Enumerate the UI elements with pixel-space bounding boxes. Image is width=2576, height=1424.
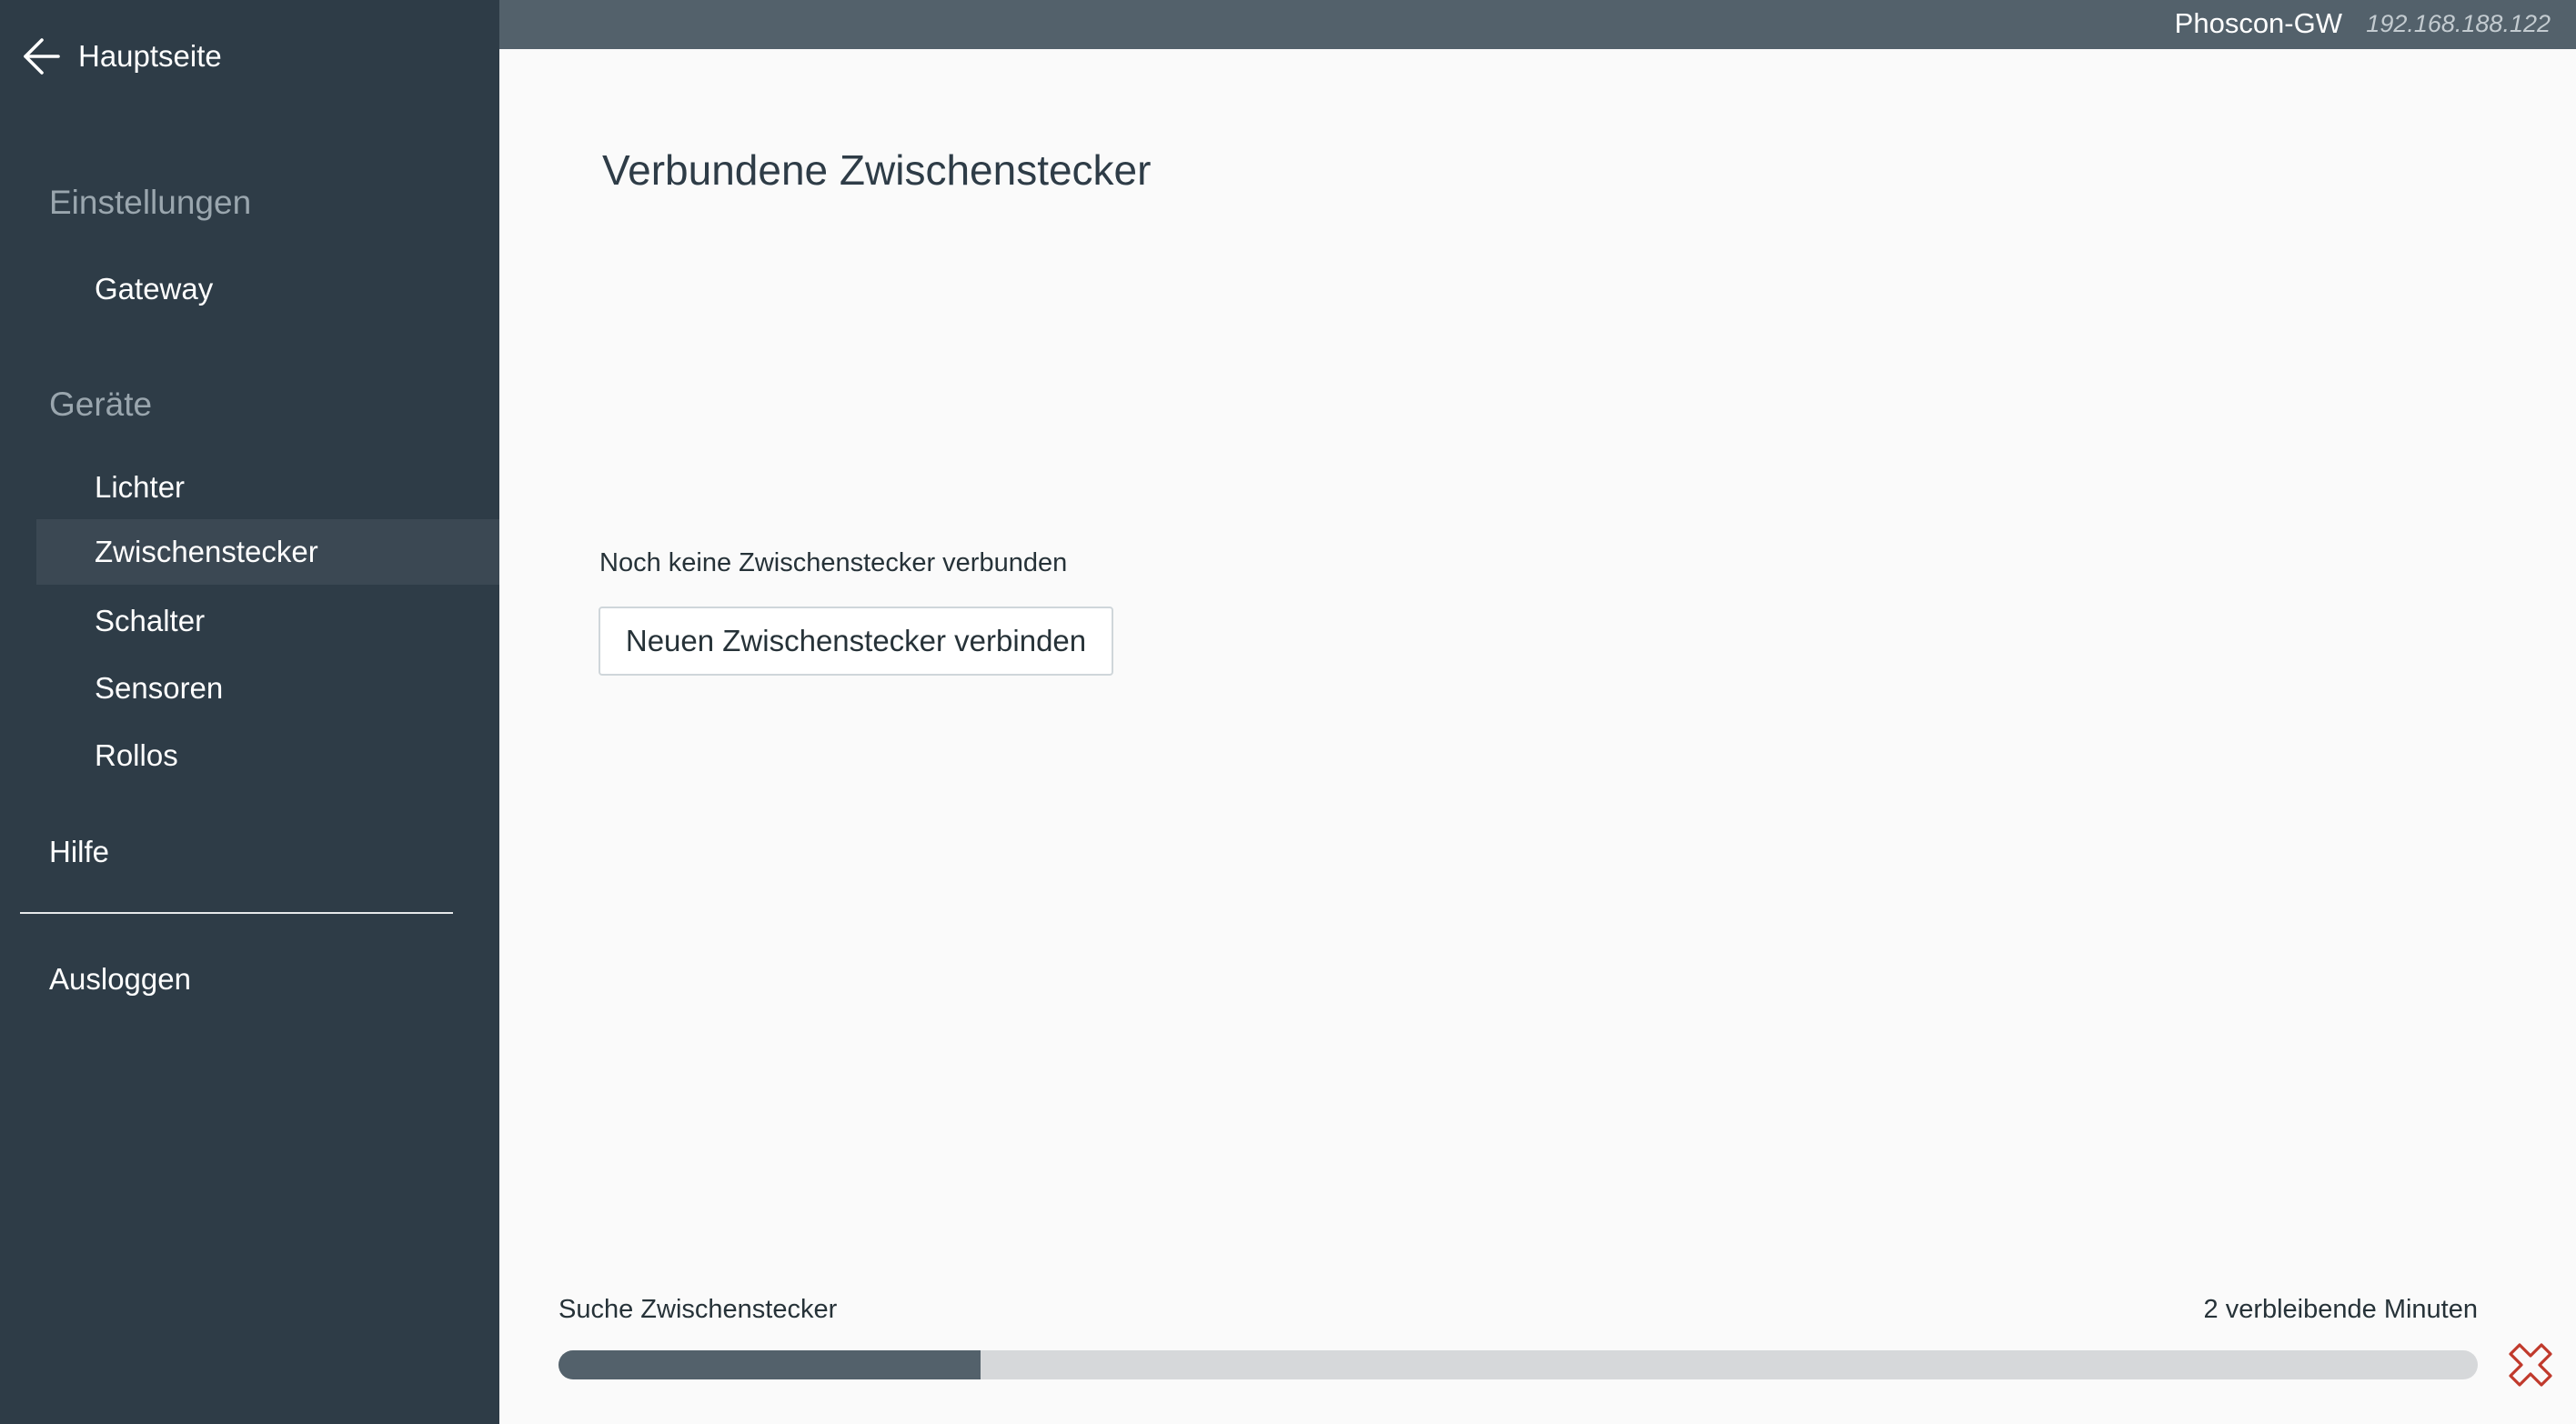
- sidebar-item-sensoren[interactable]: Sensoren: [36, 656, 499, 721]
- back-link-label: Hauptseite: [78, 39, 222, 73]
- sidebar-item-zwischenstecker[interactable]: Zwischenstecker: [36, 519, 499, 585]
- search-progress-fill: [558, 1350, 981, 1379]
- sidebar-item-lichter[interactable]: Lichter: [36, 455, 499, 520]
- remaining-time-label: 2 verbleibende Minuten: [2203, 1295, 2478, 1324]
- logout-link[interactable]: Ausloggen: [49, 962, 191, 997]
- section-heading-devices: Geräte: [49, 386, 153, 423]
- empty-state-text: Noch keine Zwischenstecker verbunden: [599, 548, 1068, 577]
- sidebar-item-rollos[interactable]: Rollos: [36, 723, 499, 788]
- gateway-ip: 192.168.188.122: [2366, 10, 2551, 37]
- search-status-label: Suche Zwischenstecker: [558, 1295, 838, 1324]
- search-progress-bar: [558, 1350, 2478, 1379]
- sidebar-item-hilfe[interactable]: Hilfe: [49, 835, 109, 869]
- sidebar-divider: [20, 912, 453, 914]
- sidebar-item-gateway[interactable]: Gateway: [36, 256, 499, 322]
- sidebar-item-schalter[interactable]: Schalter: [36, 588, 499, 654]
- back-to-home-link[interactable]: Hauptseite: [20, 31, 222, 82]
- cancel-search-button[interactable]: [2507, 1341, 2554, 1389]
- top-bar: Phoscon-GW 192.168.188.122: [499, 0, 2576, 49]
- page-title: Verbundene Zwischenstecker: [602, 146, 1152, 194]
- sidebar: Hauptseite Einstellungen Gateway Geräte …: [0, 0, 499, 1424]
- section-heading-settings: Einstellungen: [49, 184, 252, 221]
- connect-new-plug-button[interactable]: Neuen Zwischenstecker verbinden: [599, 607, 1113, 676]
- close-x-icon: [2507, 1341, 2554, 1389]
- arrow-left-icon: [20, 35, 64, 78]
- gateway-name: Phoscon-GW: [2174, 7, 2342, 39]
